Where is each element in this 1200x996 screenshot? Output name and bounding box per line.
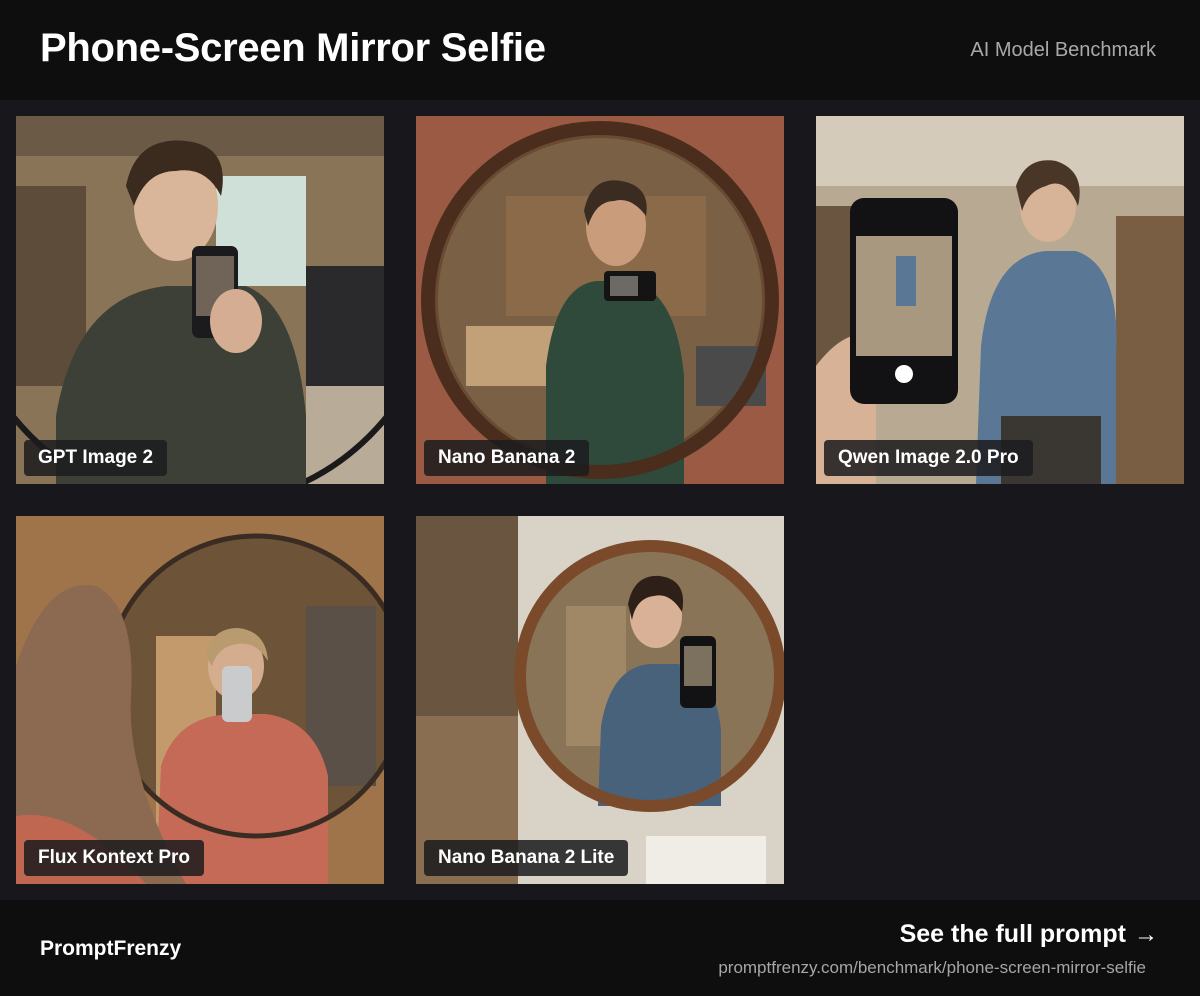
image-tile[interactable]: Nano Banana 2 <box>416 116 784 484</box>
see-full-prompt-link[interactable]: See the full prompt → <box>900 920 1158 949</box>
tile-image-qwen-image-2-pro <box>816 116 1184 484</box>
footer-url: promptfrenzy.com/benchmark/phone-screen-… <box>718 958 1146 977</box>
image-grid: GPT Image 2 Nano Banana 2 Qwen Image 2.0… <box>0 100 1200 900</box>
tile-label: Nano Banana 2 Lite <box>424 840 629 876</box>
tile-image-nano-banana-2-lite <box>416 516 784 884</box>
tile-label: Nano Banana 2 <box>424 440 590 476</box>
tile-image-flux-kontext-pro <box>16 516 384 884</box>
tile-label: GPT Image 2 <box>24 440 168 476</box>
cta-label: See the full prompt <box>899 920 1126 948</box>
header-bar: Phone-Screen Mirror Selfie AI Model Benc… <box>0 0 1200 100</box>
image-tile[interactable]: Qwen Image 2.0 Pro <box>816 116 1184 484</box>
tile-image-nano-banana-2 <box>416 116 784 484</box>
page-title: Phone-Screen Mirror Selfie <box>40 26 546 70</box>
image-tile[interactable]: GPT Image 2 <box>16 116 384 484</box>
tile-image-gpt-image-2 <box>16 116 384 484</box>
arrow-right-icon: → <box>1134 920 1158 948</box>
tile-label: Flux Kontext Pro <box>24 840 205 876</box>
tile-label: Qwen Image 2.0 Pro <box>824 440 1033 476</box>
image-tile[interactable]: Flux Kontext Pro <box>16 516 384 884</box>
footer-bar: PromptFrenzy See the full prompt → promp… <box>0 900 1200 996</box>
brand-name: PromptFrenzy <box>40 937 182 960</box>
image-tile[interactable]: Nano Banana 2 Lite <box>416 516 784 884</box>
page-subtitle: AI Model Benchmark <box>970 39 1156 61</box>
